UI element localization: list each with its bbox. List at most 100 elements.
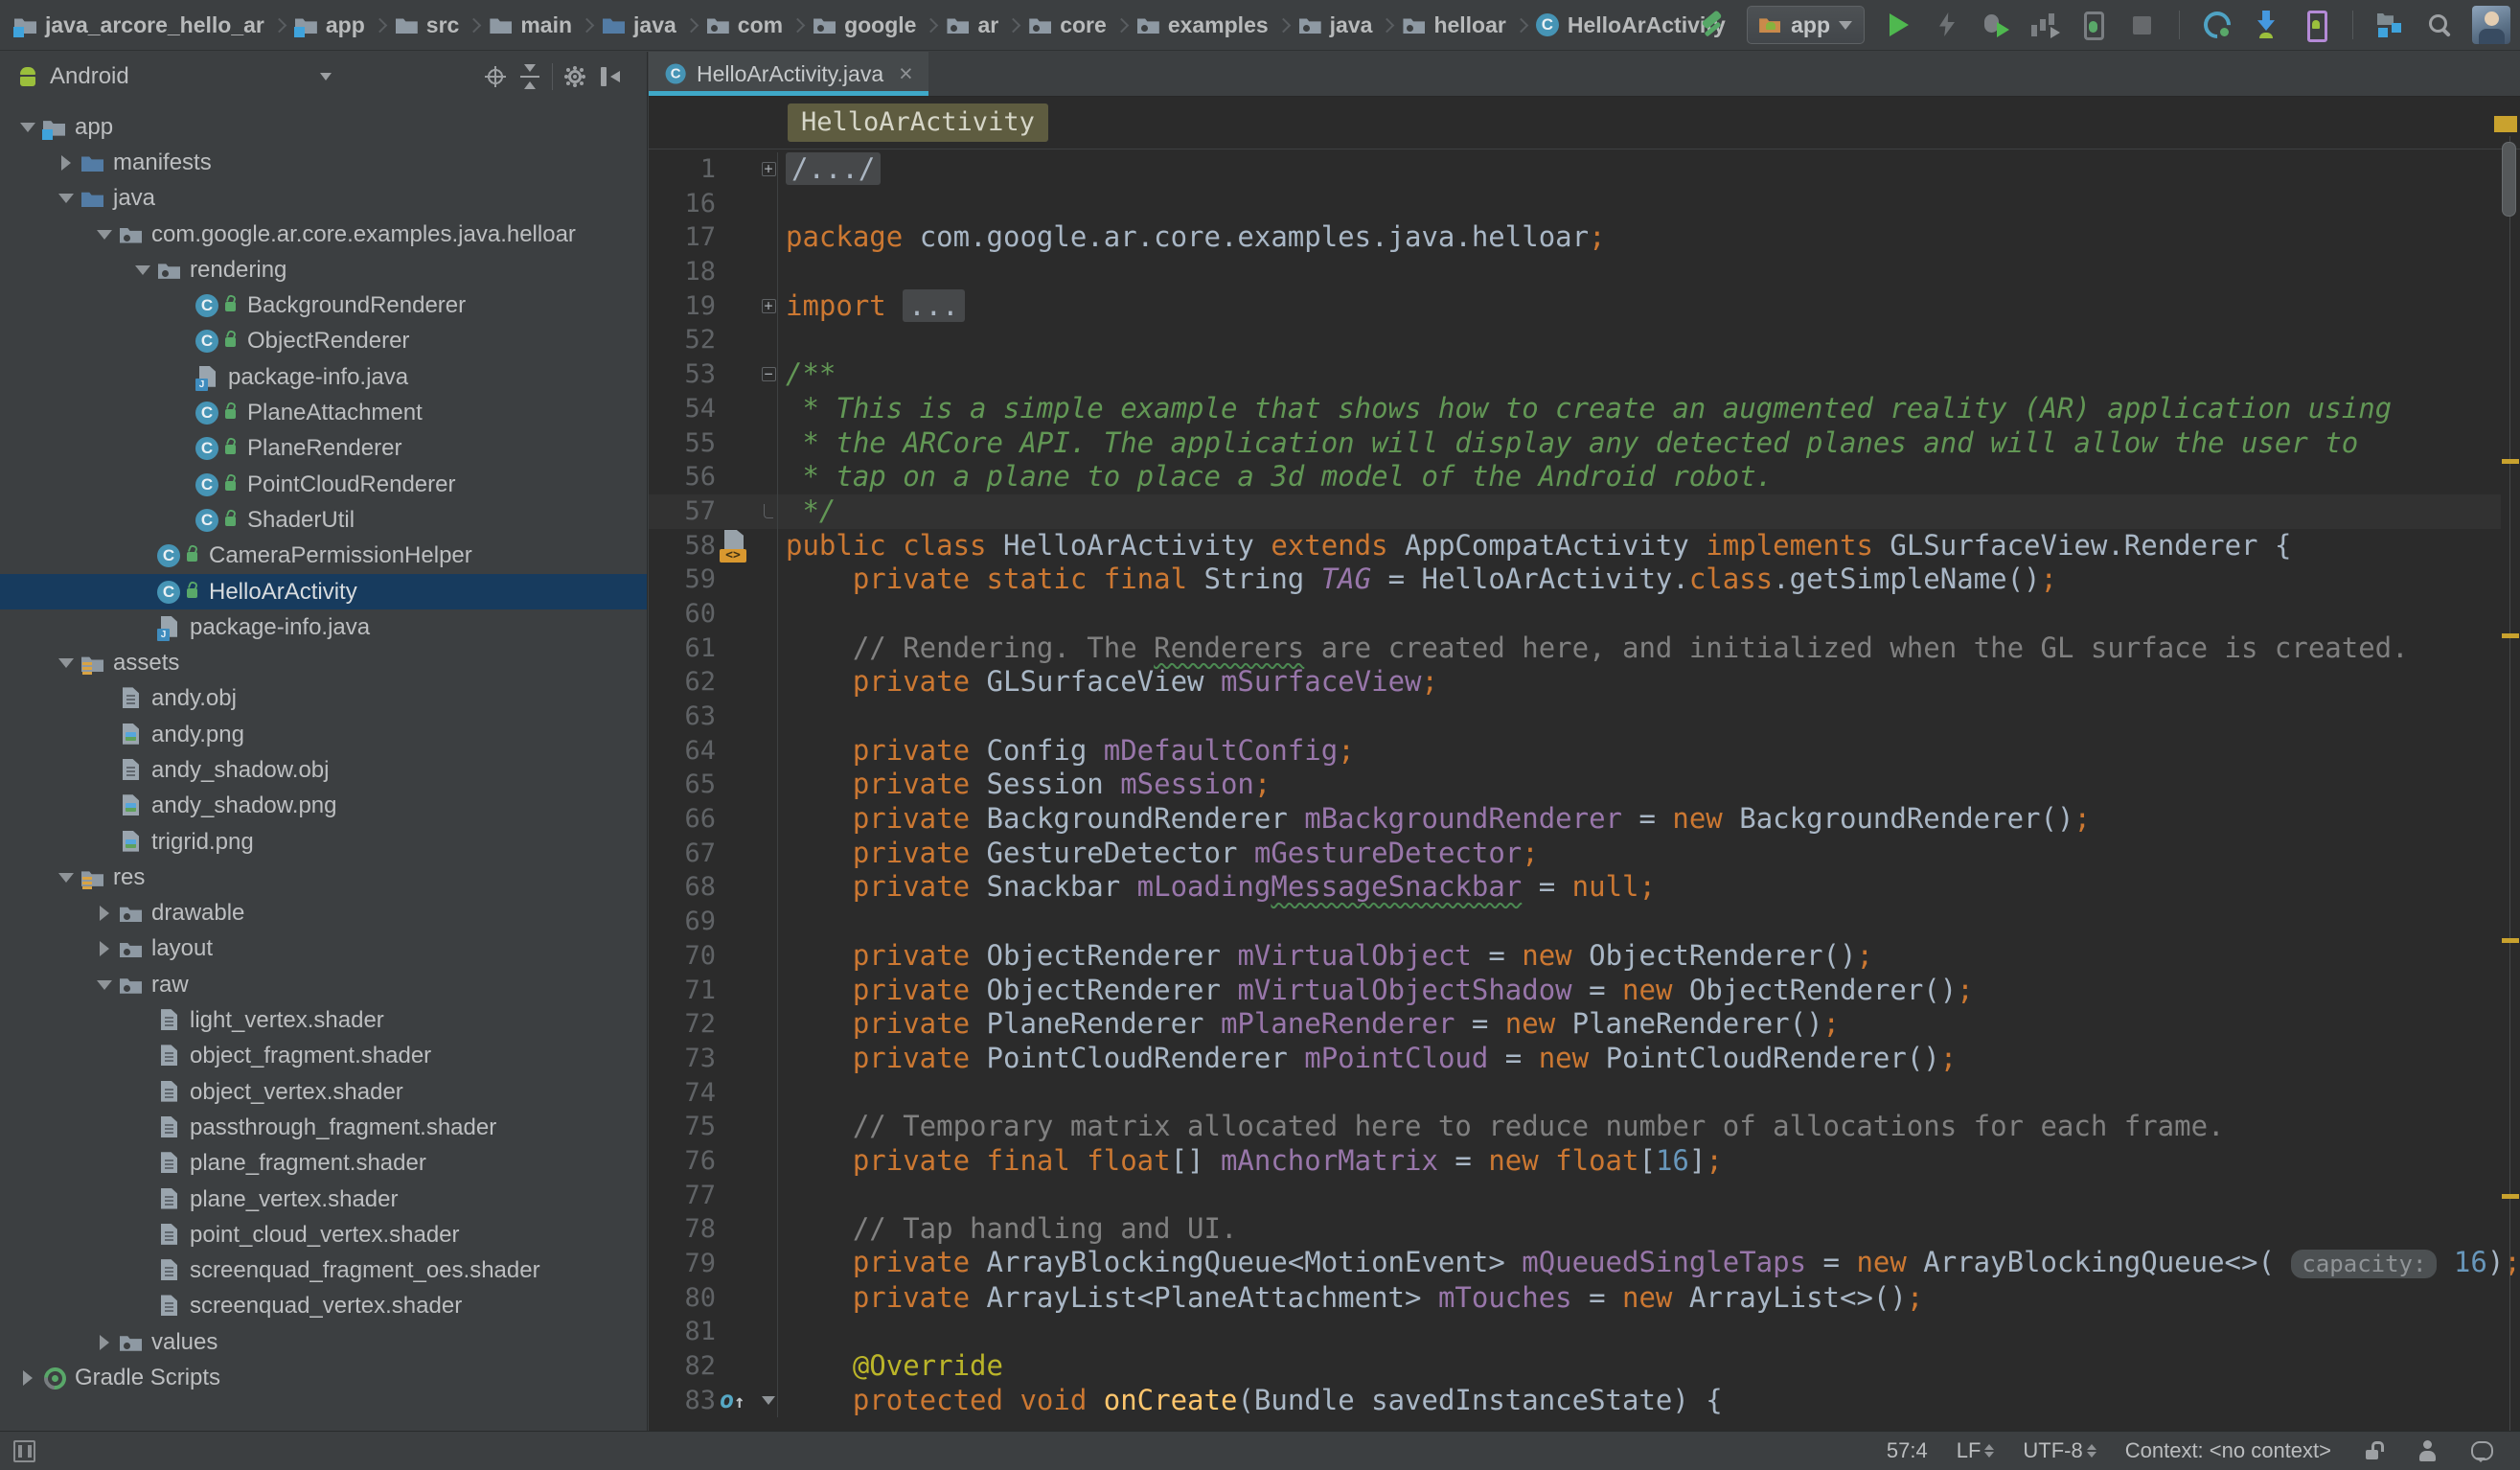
line-number[interactable]: 79 — [649, 1247, 716, 1281]
code-line-55[interactable]: 55 * the ARCore API. The application wil… — [649, 426, 2501, 461]
tab-helloaractivity-java[interactable]: HelloArActivity.java × — [649, 52, 928, 96]
breadcrumb-item-src[interactable]: src — [395, 12, 460, 38]
tree-item-camerapermissionhelper[interactable]: CameraPermissionHelper — [0, 539, 647, 574]
avd-manager-button[interactable] — [2201, 9, 2234, 41]
breadcrumb-item-core[interactable]: core — [1028, 12, 1107, 38]
breadcrumb-item-java[interactable]: java — [602, 12, 676, 38]
code-line-69[interactable]: 69 — [649, 905, 2501, 939]
code-line-78[interactable]: 78 // Tap handling and UI. — [649, 1212, 2501, 1247]
line-number[interactable]: 81 — [649, 1315, 716, 1349]
tree-item-assets[interactable]: assets — [0, 645, 647, 680]
tree-item-andy-obj[interactable]: andy.obj — [0, 681, 647, 717]
tree-expand-arrow-icon[interactable] — [90, 906, 119, 921]
tree-item-rendering[interactable]: rendering — [0, 252, 647, 287]
tree-item-andy-shadow-obj[interactable]: andy_shadow.obj — [0, 752, 647, 788]
inspection-status-square[interactable] — [2494, 116, 2517, 132]
tree-expand-arrow-icon[interactable] — [52, 873, 80, 883]
tree-item-plane-fragment-shader[interactable]: plane_fragment.shader — [0, 1146, 647, 1182]
tree-item-package-info-java[interactable]: package-info.java — [0, 359, 647, 395]
line-number[interactable]: 52 — [649, 323, 716, 357]
related-xml-file-icon[interactable] — [720, 530, 750, 563]
code-line-56[interactable]: 56 * tap on a plane to place a 3d model … — [649, 460, 2501, 494]
fold-marker[interactable] — [762, 1396, 775, 1405]
close-tab-icon[interactable]: × — [899, 60, 913, 88]
tree-item-drawable[interactable]: drawable — [0, 896, 647, 931]
collapse-all-button[interactable] — [517, 64, 542, 89]
breadcrumb-item-java[interactable]: java — [1298, 12, 1373, 38]
line-number[interactable]: 80 — [649, 1281, 716, 1316]
editor-scrollbar-thumb[interactable] — [2502, 142, 2516, 217]
debug-button[interactable] — [1979, 9, 2011, 41]
line-ending-selector[interactable]: LF — [1957, 1438, 1995, 1463]
tree-item-planerenderer[interactable]: PlaneRenderer — [0, 431, 647, 467]
code-line-74[interactable]: 74 — [649, 1076, 2501, 1111]
line-number[interactable]: 17 — [649, 220, 716, 255]
tree-item-package-info-java[interactable]: package-info.java — [0, 609, 647, 645]
tree-item-plane-vertex-shader[interactable]: plane_vertex.shader — [0, 1182, 647, 1217]
tree-item-trigrid-png[interactable]: trigrid.png — [0, 824, 647, 860]
tree-item-values[interactable]: values — [0, 1324, 647, 1360]
code-line-72[interactable]: 72 private PlaneRenderer mPlaneRenderer … — [649, 1007, 2501, 1042]
line-number[interactable]: 62 — [649, 665, 716, 700]
line-number[interactable]: 82 — [649, 1349, 716, 1384]
caret-position[interactable]: 57:4 — [1887, 1438, 1928, 1463]
code-line-18[interactable]: 18 — [649, 255, 2501, 289]
breadcrumb-item-google[interactable]: google — [813, 12, 916, 38]
breadcrumb-item-app[interactable]: app — [294, 12, 365, 38]
code-line-76[interactable]: 76 private final float[] mAnchorMatrix =… — [649, 1144, 2501, 1179]
line-number[interactable]: 63 — [649, 700, 716, 734]
tree-item-andy-shadow-png[interactable]: andy_shadow.png — [0, 789, 647, 824]
line-number[interactable]: 58 — [649, 529, 716, 563]
toolwindow-toggle-icon[interactable] — [11, 1438, 37, 1464]
tree-item-java[interactable]: java — [0, 181, 647, 217]
line-number[interactable]: 76 — [649, 1144, 716, 1179]
tree-item-andy-png[interactable]: andy.png — [0, 717, 647, 752]
code-line-65[interactable]: 65 private Session mSession; — [649, 768, 2501, 802]
code-line-66[interactable]: 66 private BackgroundRenderer mBackgroun… — [649, 802, 2501, 837]
line-number[interactable]: 61 — [649, 632, 716, 666]
fold-marker[interactable]: + — [762, 299, 776, 313]
line-number[interactable]: 53 — [649, 357, 716, 392]
breadcrumb-item-examples[interactable]: examples — [1136, 12, 1269, 38]
stop-button[interactable] — [2125, 9, 2158, 41]
hide-panel-button[interactable] — [597, 64, 622, 89]
build-hammer-button[interactable] — [1698, 9, 1730, 41]
code-line-54[interactable]: 54 * This is a simple example that shows… — [649, 392, 2501, 426]
code-line-58[interactable]: 58public class HelloArActivity extends A… — [649, 529, 2501, 563]
tree-expand-arrow-icon[interactable] — [90, 980, 119, 990]
line-number[interactable]: 56 — [649, 460, 716, 494]
tree-item-gradle-scripts[interactable]: Gradle Scripts — [0, 1360, 647, 1395]
context-indicator[interactable]: Context: <no context> — [2125, 1438, 2331, 1463]
line-number[interactable]: 65 — [649, 768, 716, 802]
code-line-16[interactable]: 16 — [649, 187, 2501, 221]
breadcrumb-item-java-arcore-hello-ar[interactable]: java_arcore_hello_ar — [13, 12, 264, 38]
run-configuration-selector[interactable]: app — [1747, 6, 1865, 44]
code-line-67[interactable]: 67 private GestureDetector mGestureDetec… — [649, 837, 2501, 871]
breadcrumb-item-ar[interactable]: ar — [946, 12, 998, 38]
sdk-manager-button[interactable] — [2250, 9, 2282, 41]
instant-run-button[interactable] — [1930, 9, 1962, 41]
breadcrumb-item-helloar[interactable]: helloar — [1402, 12, 1505, 38]
line-number[interactable]: 74 — [649, 1076, 716, 1111]
tree-item-passthrough-fragment-shader[interactable]: passthrough_fragment.shader — [0, 1110, 647, 1145]
line-number[interactable]: 54 — [649, 392, 716, 426]
unlock-icon[interactable] — [2360, 1438, 2386, 1464]
inspections-hector-icon[interactable] — [2415, 1438, 2440, 1464]
line-number[interactable]: 60 — [649, 597, 716, 632]
breadcrumb-item-helloaractivity[interactable]: HelloArActivity — [1536, 12, 1726, 38]
tree-item-pointcloudrenderer[interactable]: PointCloudRenderer — [0, 467, 647, 502]
tree-item-screenquad-vertex-shader[interactable]: screenquad_vertex.shader — [0, 1289, 647, 1324]
line-number[interactable]: 73 — [649, 1042, 716, 1076]
code-line-82[interactable]: 82 @Override — [649, 1349, 2501, 1384]
line-number[interactable]: 83 — [649, 1384, 716, 1418]
code-line-57[interactable]: 57 */ — [649, 494, 2501, 529]
code-area[interactable]: 1+/.../1617package com.google.ar.core.ex… — [649, 149, 2501, 1431]
code-line-17[interactable]: 17package com.google.ar.core.examples.ja… — [649, 220, 2501, 255]
line-number[interactable]: 75 — [649, 1110, 716, 1144]
tree-item-app[interactable]: app — [0, 109, 647, 145]
code-line-62[interactable]: 62 private GLSurfaceView mSurfaceView; — [649, 665, 2501, 700]
line-number[interactable]: 57 — [649, 494, 716, 529]
breadcrumb-item-com[interactable]: com — [706, 12, 783, 38]
run-button[interactable] — [1881, 9, 1913, 41]
code-line-77[interactable]: 77 — [649, 1179, 2501, 1213]
